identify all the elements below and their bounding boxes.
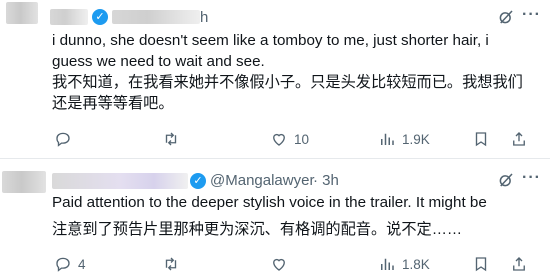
grok-icon[interactable] (497, 171, 515, 189)
more-icon[interactable]: ··· (522, 169, 541, 187)
reply-button[interactable]: 4 (54, 255, 86, 273)
views-button[interactable]: 1.8K (378, 255, 430, 273)
reply-icon (56, 132, 70, 147)
grok-icon[interactable] (497, 8, 515, 26)
bookmark-icon (475, 257, 487, 272)
avatar[interactable] (2, 171, 46, 193)
tweet-actions: 4 1.8K (52, 255, 532, 277)
reply-count: 4 (78, 256, 86, 272)
bookmark-button[interactable] (472, 255, 490, 273)
more-icon[interactable]: ··· (522, 6, 541, 24)
views-count: 1.9K (402, 131, 430, 147)
tweet-text-zh: 我不知道，在我看来她并不像假小子。只是头发比较短而已。我想我们还是再等等看吧。 (52, 74, 523, 112)
retweet-icon (165, 132, 177, 146)
like-icon (273, 258, 285, 271)
tweet-actions: 10 1.9K (52, 130, 532, 152)
tweet-text-en: Paid attention to the deeper stylish voi… (52, 194, 487, 211)
like-button[interactable]: 10 (270, 130, 309, 148)
handle-blur[interactable] (112, 10, 200, 24)
verified-badge-icon: ✓ (190, 173, 206, 189)
retweet-button[interactable] (162, 130, 186, 148)
share-button[interactable] (510, 255, 528, 273)
views-icon (381, 258, 394, 270)
display-name[interactable] (52, 173, 188, 189)
like-count: 10 (294, 131, 310, 147)
share-icon (513, 257, 525, 271)
retweet-icon (165, 257, 177, 271)
views-icon (381, 133, 394, 145)
tweet-text-en: i dunno, she doesn't seem like a tomboy … (52, 32, 489, 70)
bookmark-icon (475, 132, 487, 147)
tweet-2[interactable]: ✓ @Mangalawyer · 3h ··· Paid attention t… (0, 159, 550, 272)
handle[interactable]: @Mangalawyer (210, 172, 314, 189)
handle-suffix: h (200, 9, 209, 26)
reply-button[interactable] (54, 130, 78, 148)
share-icon (513, 132, 525, 146)
like-button[interactable] (270, 255, 294, 273)
bookmark-button[interactable] (472, 130, 490, 148)
display-name[interactable] (50, 9, 88, 25)
reply-icon (56, 257, 70, 272)
share-button[interactable] (510, 130, 528, 148)
tweet-1[interactable]: ✓ h ··· i dunno, she doesn't seem like a… (0, 0, 550, 147)
tweet-text-zh: 注意到了预告片里那种更为深沉、有格调的配音。说不定…… (52, 221, 463, 238)
views-count: 1.8K (402, 256, 430, 272)
avatar[interactable] (6, 2, 38, 24)
timestamp[interactable]: · 3h (313, 172, 339, 189)
retweet-button[interactable] (162, 255, 186, 273)
verified-badge-icon: ✓ (92, 9, 108, 25)
like-icon (273, 133, 285, 146)
views-button[interactable]: 1.9K (378, 130, 430, 148)
